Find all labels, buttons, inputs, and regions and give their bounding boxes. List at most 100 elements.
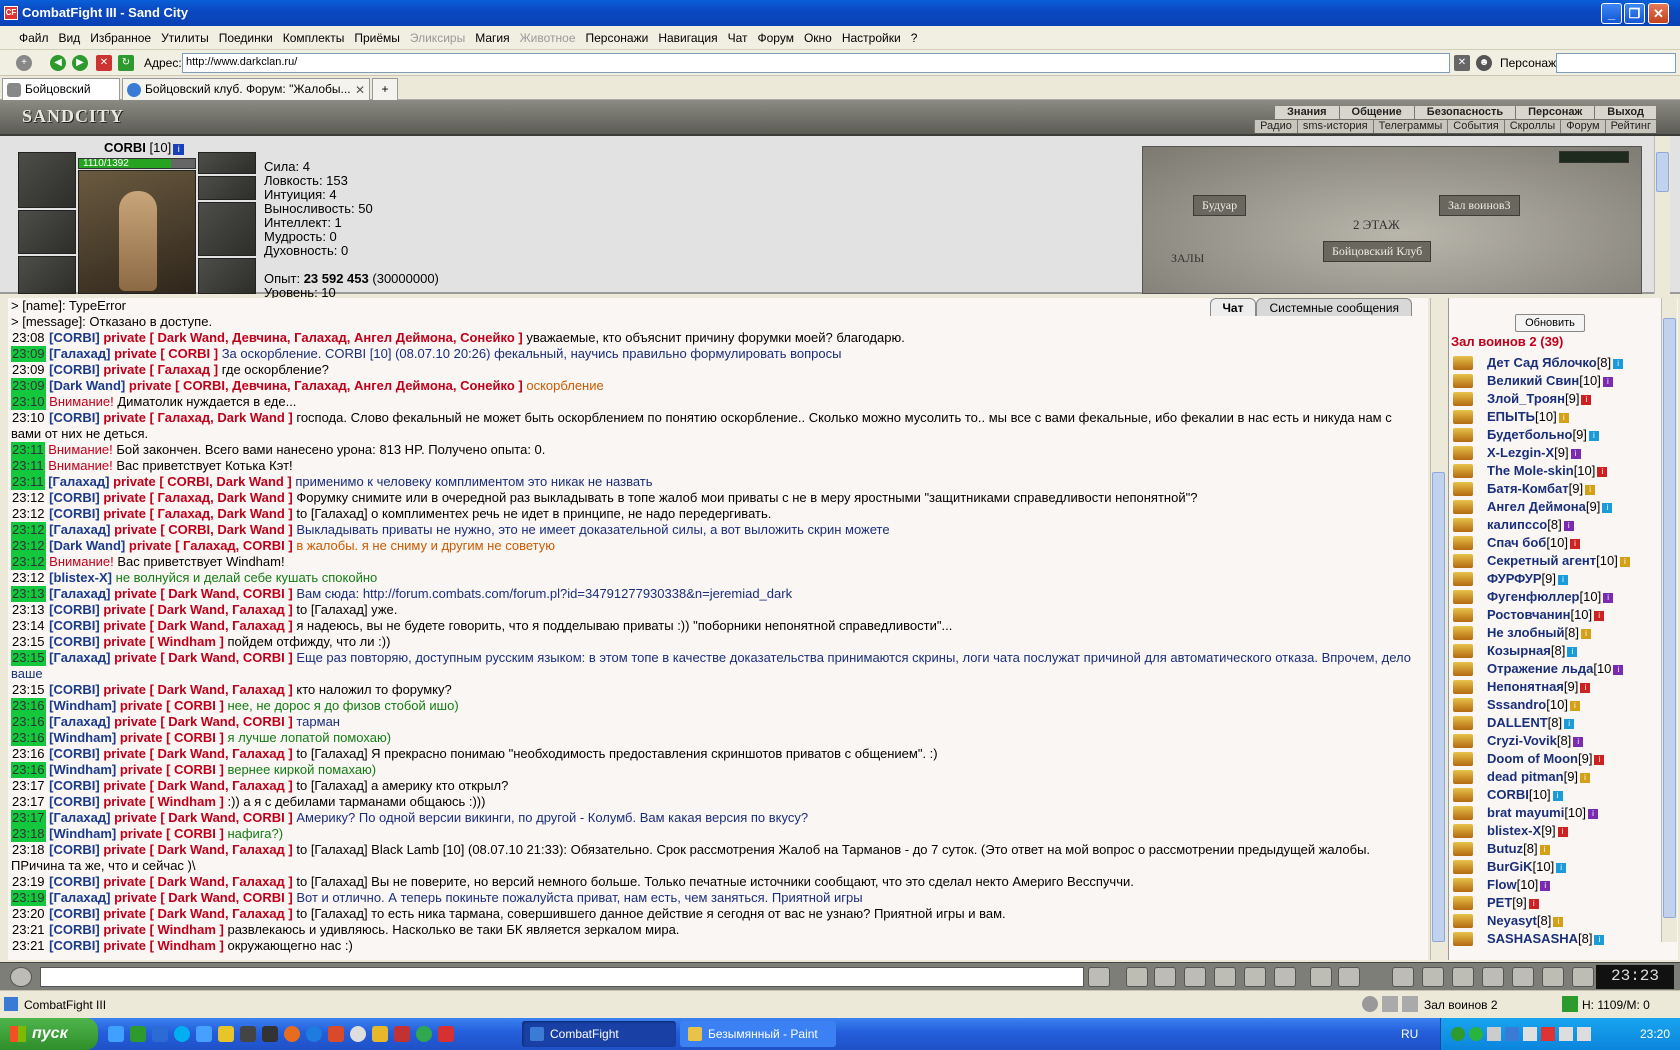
- start-button[interactable]: пуск: [0, 1018, 98, 1050]
- message-author[interactable]: [Галахад]: [48, 474, 113, 489]
- player-row[interactable]: Отражение льда[10 i: [1453, 660, 1659, 678]
- close-button[interactable]: ✕: [1648, 3, 1669, 24]
- menu-item-3[interactable]: Утилиты: [156, 26, 214, 50]
- quicklaunch-icon-11[interactable]: [328, 1026, 344, 1042]
- nav-sub-4[interactable]: Скроллы: [1503, 120, 1561, 133]
- message-recipients[interactable]: private [ Dark Wand, Галахад ]: [103, 618, 296, 633]
- message-time[interactable]: 23:18: [11, 842, 46, 858]
- private-arrow-icon[interactable]: [1453, 860, 1473, 874]
- player-row[interactable]: Секретный агент[10] i: [1453, 552, 1659, 570]
- player-row[interactable]: ЕПЫТЬ[10] i: [1453, 408, 1659, 426]
- tab-combat-club[interactable]: Бойцовский клуб: [2, 78, 120, 116]
- tab-forum[interactable]: Бойцовский клуб. Форум: "Жалобы... ✕: [122, 78, 370, 100]
- message-recipients[interactable]: private [ Dark Wand, Галахад ]: [103, 842, 296, 857]
- address-input[interactable]: http://www.darkclan.ru/: [182, 53, 1450, 73]
- persona-icon[interactable]: ☻: [1476, 55, 1492, 71]
- message-author[interactable]: [Галахад]: [49, 586, 114, 601]
- clear-icon[interactable]: [1126, 967, 1148, 987]
- player-name[interactable]: Neyasyt: [1487, 913, 1537, 928]
- player-info-icon[interactable]: i: [1558, 412, 1569, 423]
- player-info-icon[interactable]: i: [1585, 484, 1596, 495]
- menu-item-2[interactable]: Избранное: [85, 26, 156, 50]
- message-recipients[interactable]: private [ Галахад, Dark Wand ]: [103, 410, 296, 425]
- private-arrow-icon[interactable]: [1453, 878, 1473, 892]
- message-recipients[interactable]: private [ Dark Wand, Девчина, Галахад, А…: [103, 330, 526, 345]
- private-arrow-icon[interactable]: [1453, 734, 1473, 748]
- player-row[interactable]: Будетбольно[9] i: [1453, 426, 1659, 444]
- message-author[interactable]: [CORBI]: [49, 682, 103, 697]
- private-arrow-icon[interactable]: [1453, 554, 1473, 568]
- player-info-icon[interactable]: i: [1613, 664, 1624, 675]
- message-time[interactable]: 23:16: [11, 698, 46, 714]
- character-name[interactable]: CORBI [10] i: [104, 140, 185, 155]
- nav-sub-5[interactable]: Форум: [1560, 120, 1605, 133]
- quicklaunch-icon-2[interactable]: [130, 1026, 146, 1042]
- message-time[interactable]: 23:14: [11, 618, 46, 634]
- message-author[interactable]: [Галахад]: [49, 810, 114, 825]
- doc-status-icon[interactable]: [1382, 996, 1398, 1012]
- player-name[interactable]: Sssandro: [1487, 697, 1546, 712]
- filter-icon[interactable]: [1154, 967, 1176, 987]
- refresh-icon[interactable]: ↻: [118, 55, 134, 71]
- player-info-icon[interactable]: i: [1556, 862, 1567, 873]
- player-row[interactable]: Великий Свин[10] i: [1453, 372, 1659, 390]
- private-arrow-icon[interactable]: [1453, 608, 1473, 622]
- message-author[interactable]: [Галахад]: [49, 890, 114, 905]
- message-author[interactable]: [CORBI]: [49, 506, 103, 521]
- player-name[interactable]: BurGiK: [1487, 859, 1533, 874]
- message-time[interactable]: 23:10: [11, 394, 46, 410]
- message-time[interactable]: 23:09: [11, 378, 46, 394]
- player-row[interactable]: Батя-Комбат[9] i: [1453, 480, 1659, 498]
- player-info-icon[interactable]: i: [1581, 394, 1592, 405]
- message-author[interactable]: [CORBI]: [49, 746, 103, 761]
- player-info-icon[interactable]: i: [1528, 898, 1539, 909]
- player-info-icon[interactable]: i: [1558, 574, 1569, 585]
- walk-icon[interactable]: [1214, 967, 1236, 987]
- message-time[interactable]: 23:12: [11, 538, 46, 554]
- message-recipients[interactable]: private [ Dark Wand, Галахад ]: [103, 778, 296, 793]
- player-info-icon[interactable]: i: [1602, 502, 1613, 513]
- private-arrow-icon[interactable]: [1453, 482, 1473, 496]
- player-name[interactable]: SASHASASHA: [1487, 931, 1578, 946]
- task-paint[interactable]: Безымянный - Paint: [680, 1021, 836, 1047]
- volume-icon[interactable]: [1523, 1027, 1537, 1041]
- map-warriors-hall-button[interactable]: Зал воинов3: [1439, 195, 1520, 216]
- player-name[interactable]: Будетбольно: [1487, 427, 1572, 442]
- player-name[interactable]: The Mole-skin: [1487, 463, 1574, 478]
- message-time[interactable]: 23:19: [11, 890, 46, 906]
- message-time[interactable]: 23:12: [11, 506, 46, 522]
- message-recipients[interactable]: private [ Dark Wand, Галахад ]: [103, 682, 296, 697]
- send-icon[interactable]: [1088, 967, 1110, 987]
- player-name[interactable]: Великий Свин: [1487, 373, 1579, 388]
- private-arrow-icon[interactable]: [1453, 500, 1473, 514]
- menu-item-0[interactable]: Файл: [14, 26, 54, 50]
- necklace-slot[interactable]: [18, 210, 76, 254]
- player-row[interactable]: Козырная[8] i: [1453, 642, 1659, 660]
- player-info-icon[interactable]: i: [1552, 790, 1563, 801]
- message-time[interactable]: 23:11: [11, 458, 45, 474]
- message-author[interactable]: [Windham]: [49, 826, 120, 841]
- quicklaunch-icon-15[interactable]: [416, 1026, 432, 1042]
- player-info-icon[interactable]: i: [1570, 448, 1581, 459]
- quicklaunch-icon-13[interactable]: [372, 1026, 388, 1042]
- nav-sub-1[interactable]: sms-история: [1296, 120, 1373, 133]
- nav-sub-3[interactable]: События: [1447, 120, 1504, 133]
- save-log-icon[interactable]: [1184, 967, 1206, 987]
- player-row[interactable]: Ростовчанин[10] i: [1453, 606, 1659, 624]
- message-recipients[interactable]: private [ Галахад, Dark Wand ]: [103, 506, 296, 521]
- tray-icon-2[interactable]: [1469, 1027, 1483, 1041]
- message-time[interactable]: 23:19: [11, 874, 46, 890]
- menu-item-7[interactable]: Эликсиры: [405, 26, 470, 50]
- message-time[interactable]: 23:21: [11, 922, 46, 938]
- message-recipients[interactable]: private [ CORBI, Dark Wand ]: [113, 474, 295, 489]
- map-icon[interactable]: [1512, 967, 1534, 987]
- go-icon[interactable]: ✕: [1454, 55, 1470, 71]
- quicklaunch-icon-8[interactable]: [262, 1026, 278, 1042]
- map-halls-button[interactable]: ЗАЛЫ: [1163, 249, 1212, 268]
- player-info-icon[interactable]: i: [1613, 358, 1624, 369]
- player-row[interactable]: Злой_Троян[9] i: [1453, 390, 1659, 408]
- player-name[interactable]: Злой_Троян: [1487, 391, 1565, 406]
- private-arrow-icon[interactable]: [1453, 428, 1473, 442]
- message-time[interactable]: 23:09: [11, 346, 46, 362]
- message-time[interactable]: 23:17: [11, 778, 46, 794]
